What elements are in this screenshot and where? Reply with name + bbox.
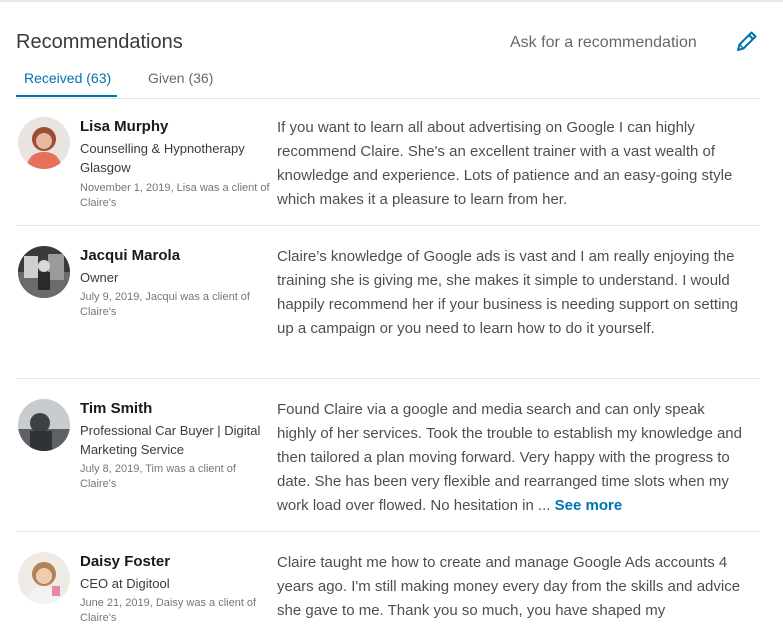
recommender-name[interactable]: Lisa Murphy bbox=[80, 117, 168, 137]
pencil-icon[interactable] bbox=[734, 28, 760, 54]
recommender-name[interactable]: Jacqui Marola bbox=[80, 246, 180, 266]
ask-recommendation-link[interactable]: Ask for a recommendation bbox=[510, 33, 697, 53]
active-tab-indicator bbox=[16, 95, 117, 97]
recommendation-text: Found Claire via a google and media sear… bbox=[277, 398, 747, 518]
section-title: Recommendations bbox=[16, 31, 183, 53]
divider bbox=[16, 378, 760, 379]
recommendation-meta: July 9, 2019, Jacqui was a client of Cla… bbox=[80, 291, 250, 318]
recommendation-meta: June 21, 2019, Daisy was a client of Cla… bbox=[80, 597, 257, 624]
avatar[interactable] bbox=[18, 246, 70, 298]
recommendation-text: Claire’s knowledge of Google ads is vast… bbox=[277, 248, 739, 337]
recommendation-item: Lisa Murphy Counselling & Hypnotherapy G… bbox=[16, 117, 760, 226]
recommendation-text: If you want to learn all about advertisi… bbox=[277, 119, 733, 208]
see-more-link[interactable]: See more bbox=[555, 497, 623, 514]
divider bbox=[16, 531, 760, 532]
avatar[interactable] bbox=[18, 117, 70, 169]
recommendation-text-body: Found Claire via a google and media sear… bbox=[277, 401, 742, 514]
recommender-name[interactable]: Daisy Foster bbox=[80, 552, 170, 572]
recommendation-text: Claire taught me how to create and manag… bbox=[277, 554, 741, 619]
recommendation-meta: November 1, 2019, Lisa was a client of C… bbox=[80, 182, 270, 209]
recommendation-item: Jacqui Marola Owner July 9, 2019, Jacqui… bbox=[16, 246, 760, 379]
tab-given[interactable]: Given (36) bbox=[148, 69, 213, 87]
top-border bbox=[0, 0, 783, 2]
recommendation-item: Daisy Foster CEO at Digitool June 21, 20… bbox=[16, 552, 760, 632]
tab-received[interactable]: Received (63) bbox=[24, 69, 111, 87]
recommendation-tabs: Received (63) Given (36) bbox=[16, 66, 760, 99]
recommender-headline: Professional Car Buyer | Digital Marketi… bbox=[80, 423, 261, 457]
recommendation-meta: July 8, 2019, Tim was a client of Claire… bbox=[80, 463, 236, 490]
recommendations-header: Recommendations Ask for a recommendation bbox=[16, 30, 760, 56]
recommendation-item: Tim Smith Professional Car Buyer | Digit… bbox=[16, 399, 760, 532]
avatar[interactable] bbox=[18, 399, 70, 451]
avatar[interactable] bbox=[18, 552, 70, 604]
recommender-name[interactable]: Tim Smith bbox=[80, 399, 152, 419]
recommender-headline: Counselling & Hypnotherapy Glasgow bbox=[80, 141, 245, 175]
recommender-headline: Owner bbox=[80, 270, 119, 285]
recommender-headline: CEO at Digitool bbox=[80, 576, 170, 591]
divider bbox=[16, 225, 760, 226]
